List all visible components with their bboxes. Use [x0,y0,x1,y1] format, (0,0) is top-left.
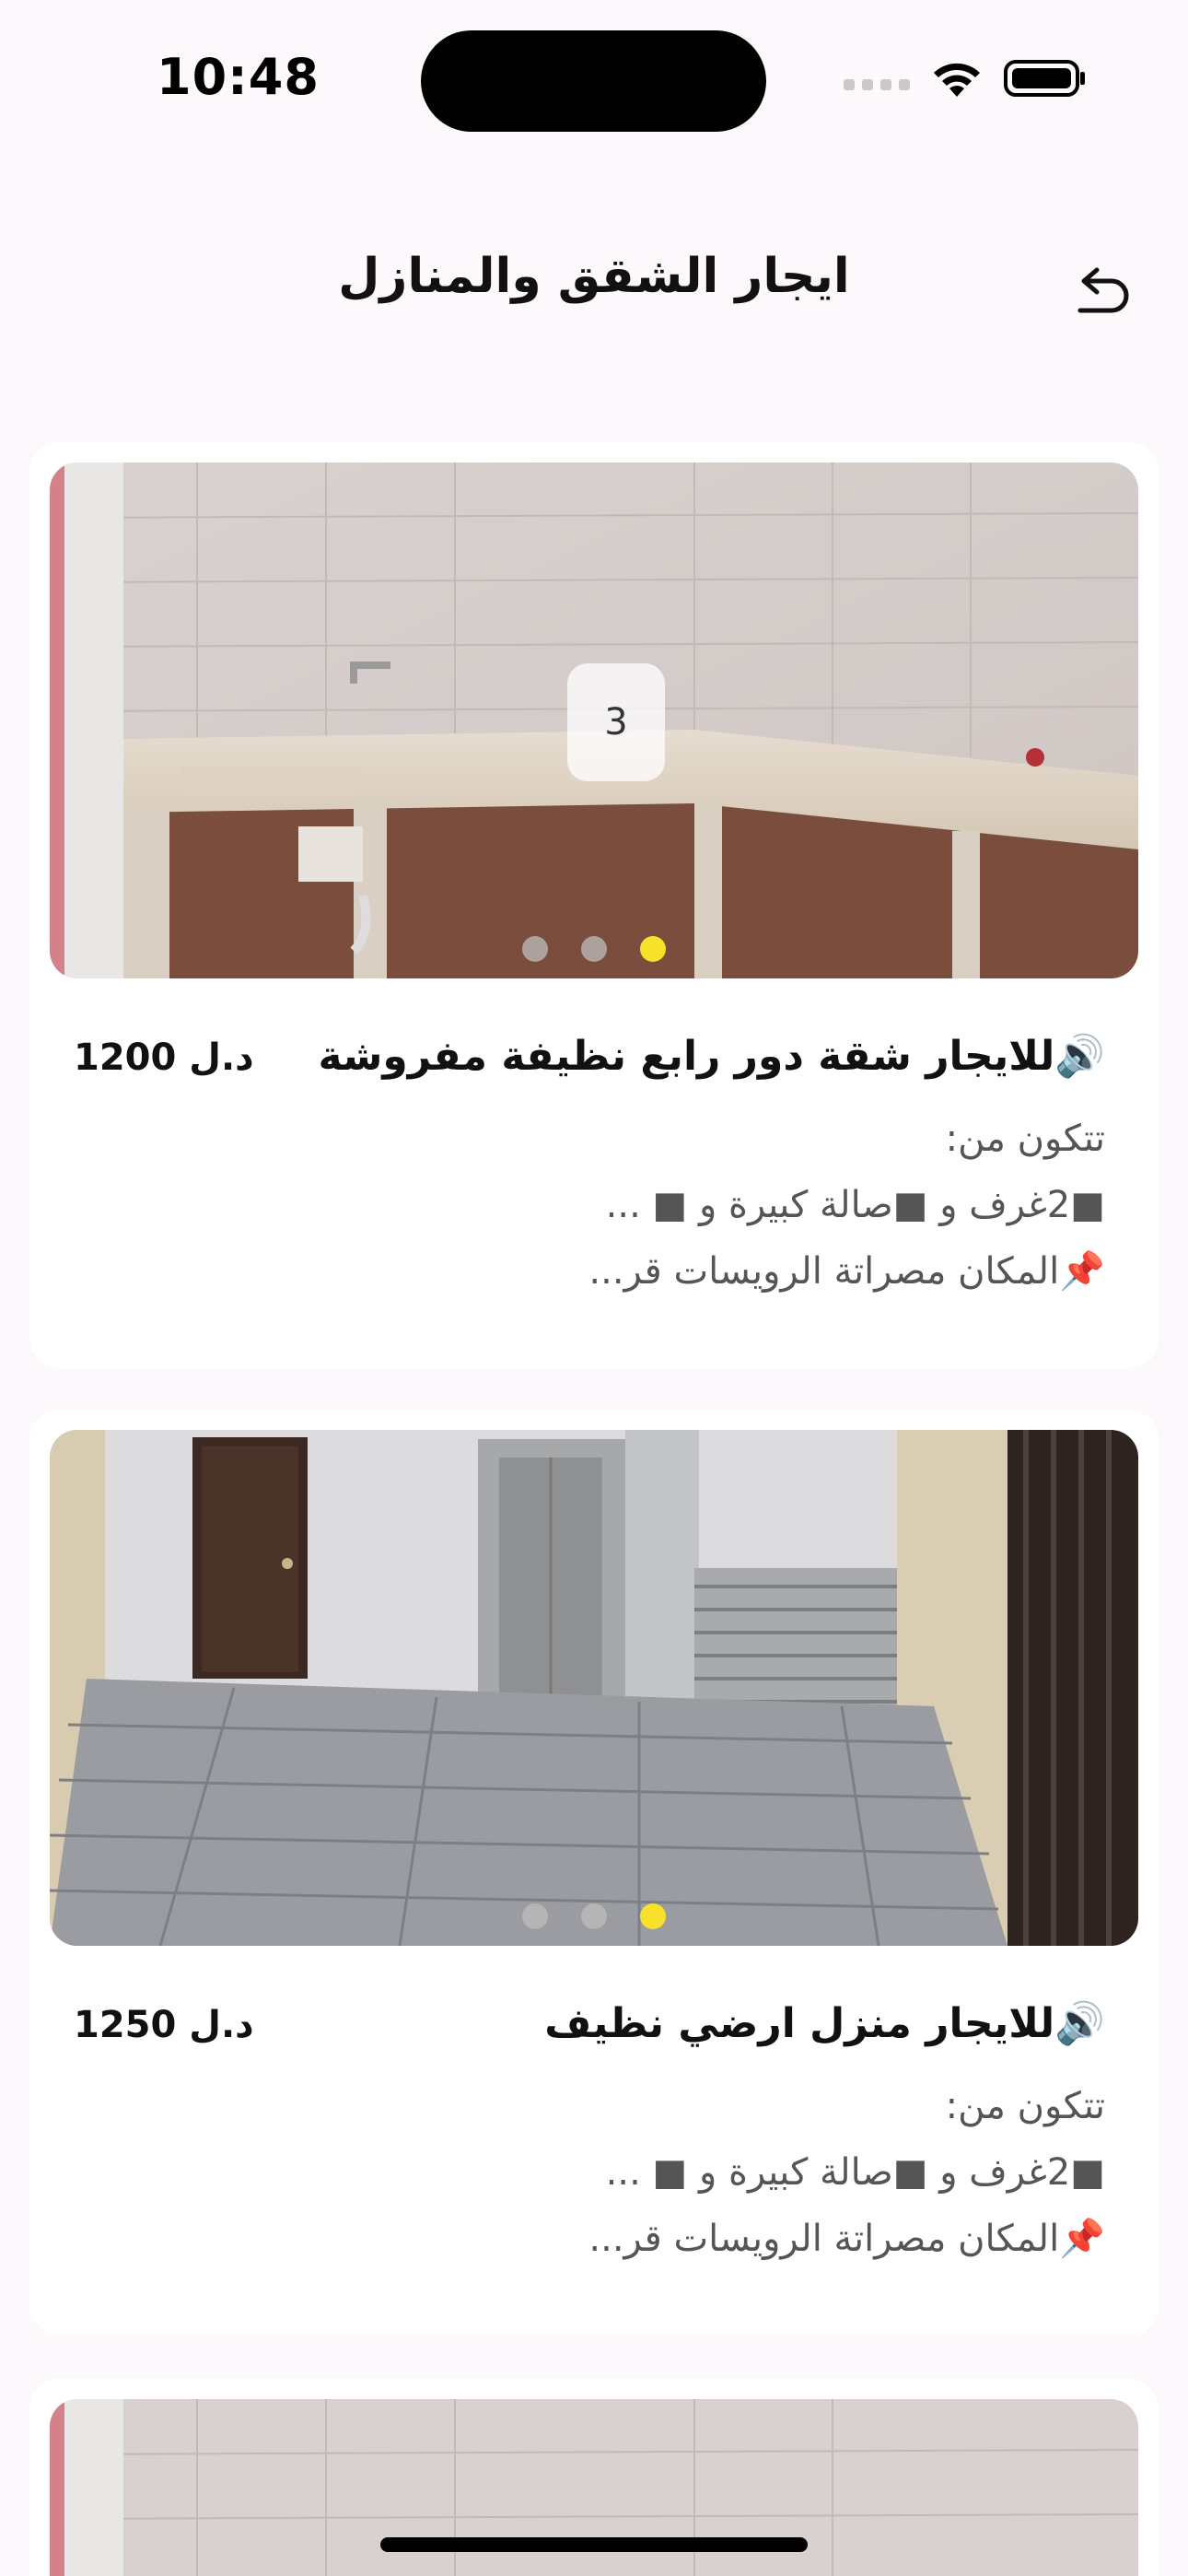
cellular-signal-icon [844,79,910,90]
hallway-photo [50,1430,1138,1946]
listing-photo-carousel[interactable] [50,1430,1138,1946]
status-time: 10:48 [157,48,320,106]
battery-icon [1004,60,1085,97]
listing-description: تتكون من: ■2غرف و ■صالة كبيرة و ■ ... 📌ا… [588,2073,1105,2272]
listing-price: 1250 د.ل [74,2004,254,2046]
description-line: تتكون من: [945,2085,1105,2127]
listing-price: 1200 د.ل [74,1036,254,1079]
screen: 10:48 ايجار الشقق والمنازل 3 🔊للايجار شق… [0,0,1188,2576]
listing-card[interactable]: 🔊للايجار منزل ارضي نظيف 1250 د.ل تتكون م… [29,1410,1159,2336]
listing-title: 🔊للايجار شقة دور رابع نظيفة مفروشة [318,1033,1105,1080]
carousel-dots [50,936,1138,962]
description-line: تتكون من: [945,1118,1105,1160]
home-indicator[interactable] [380,2537,808,2552]
description-line: ■2غرف و ■صالة كبيرة و ■ ... [605,2151,1105,2194]
status-icons [844,55,1087,101]
carousel-dot-active[interactable] [640,936,666,962]
carousel-dot[interactable] [581,1903,607,1929]
page-title: ايجار الشقق والمنازل [338,249,850,304]
description-line: ■2غرف و ■صالة كبيرة و ■ ... [605,1184,1105,1226]
listing-photo-carousel[interactable]: 3 [50,463,1138,978]
listing-card[interactable]: 3 🔊للايجار شقة دور رابع نظيفة مفروشة 120… [29,442,1159,1368]
photo-counter: 3 [567,663,665,781]
carousel-dot[interactable] [581,936,607,962]
description-line: 📌المكان مصراتة الرويسات قر... [588,2218,1105,2260]
listing-description: تتكون من: ■2غرف و ■صالة كبيرة و ■ ... 📌ا… [588,1106,1105,1305]
back-button[interactable] [1066,258,1140,332]
carousel-dot-active[interactable] [640,1903,666,1929]
status-bar: 10:48 [0,0,1188,147]
carousel-dots [50,1903,1138,1929]
header: ايجار الشقق والمنازل [0,249,1188,341]
dynamic-island [421,30,766,132]
carousel-dot[interactable] [522,936,548,962]
wifi-icon [934,63,980,97]
carousel-dot[interactable] [522,1903,548,1929]
description-line: 📌المكان مصراتة الرويسات قر... [588,1250,1105,1293]
back-arrow-icon [1077,267,1129,313]
listing-title: 🔊للايجار منزل ارضي نظيف [544,2000,1105,2047]
